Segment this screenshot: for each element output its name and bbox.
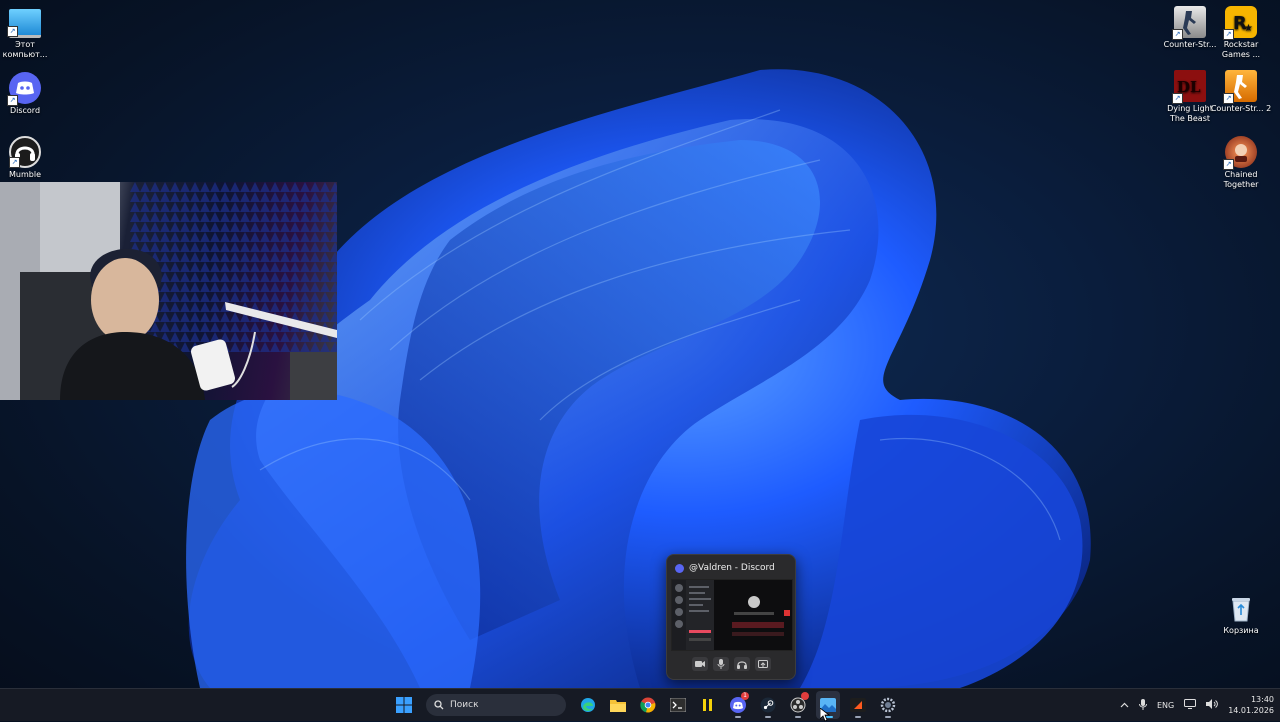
- taskbar-settings[interactable]: [876, 691, 900, 719]
- desktop-icon-label: Discord: [9, 106, 41, 115]
- computer-icon: ↗: [7, 9, 41, 38]
- taskbar-chrome[interactable]: [636, 691, 660, 719]
- rockstar-icon: R ★ ↗: [1223, 6, 1257, 40]
- preview-title: @Valdren - Discord: [675, 561, 775, 575]
- taskbar: Поиск 1 ENG 13:40 14.01.2026: [0, 688, 1280, 721]
- chrome-icon: [640, 697, 656, 713]
- svg-text:★: ★: [1244, 23, 1253, 34]
- clock[interactable]: 13:40 14.01.2026: [1228, 694, 1274, 716]
- taskbar-media[interactable]: [846, 691, 870, 719]
- camera-icon[interactable]: [691, 657, 708, 671]
- mumble-icon: ↗: [9, 136, 41, 168]
- search-box[interactable]: Поиск: [426, 694, 566, 716]
- desktop-icon-label: Chained Together: [1223, 170, 1259, 189]
- media-icon: [850, 698, 866, 712]
- clock-date: 14.01.2026: [1228, 706, 1274, 715]
- search-placeholder: Поиск: [450, 700, 479, 710]
- language-indicator[interactable]: ENG: [1157, 701, 1174, 710]
- taskbar-terminal[interactable]: [666, 691, 690, 719]
- taskbar-discord[interactable]: 1: [726, 691, 750, 719]
- taskbar-obs[interactable]: [786, 691, 810, 719]
- counter-strike-2-icon: ↗: [1223, 70, 1257, 104]
- running-indicator: [795, 716, 801, 718]
- discord-notification-badge: 1: [741, 692, 749, 700]
- desktop-icon-label: Mumble: [9, 170, 41, 179]
- desktop-icon-label: Counter-Str... 2: [1210, 104, 1272, 113]
- running-indicator: [735, 716, 741, 718]
- settings-icon: [880, 697, 896, 713]
- network-icon[interactable]: [1184, 699, 1197, 711]
- start-button[interactable]: [392, 691, 416, 719]
- desktop-icon-counter-strike-2[interactable]: ↗ Counter-Str... 2: [1210, 70, 1272, 114]
- system-tray: ENG 13:40 14.01.2026: [1120, 689, 1274, 721]
- taskbar-app[interactable]: [696, 691, 720, 719]
- clock-time: 13:40: [1250, 695, 1274, 704]
- desktop-icon-recycle-bin[interactable]: Корзина: [1210, 592, 1272, 636]
- preview-thumbnail[interactable]: [671, 579, 793, 651]
- dying-light-icon: DL ↗: [1172, 70, 1206, 104]
- recycle-bin-icon: [1225, 592, 1257, 624]
- headphones-icon[interactable]: [733, 657, 750, 671]
- preview-title-text: @Valdren - Discord: [689, 563, 775, 573]
- webcam-overlay: [0, 182, 337, 400]
- search-icon: [434, 700, 444, 710]
- discord-window-preview[interactable]: @Valdren - Discord: [666, 554, 796, 680]
- preview-controls: [667, 657, 795, 671]
- desktop-icon-label: Rockstar Games ...: [1221, 40, 1261, 59]
- taskbar-edge[interactable]: [576, 691, 600, 719]
- volume-icon[interactable]: [1206, 699, 1219, 711]
- desktop-icon-discord[interactable]: ↗ Discord: [0, 72, 56, 116]
- desktop-icon-mumble[interactable]: ↗ Mumble: [0, 136, 56, 180]
- desktop-icon-label: Корзина: [1223, 626, 1259, 635]
- microphone-icon[interactable]: [1138, 698, 1147, 712]
- discord-icon: ↗: [7, 72, 41, 106]
- taskbar-steam[interactable]: [756, 691, 780, 719]
- taskbar-file-explorer[interactable]: [606, 691, 630, 719]
- counter-strike-icon: ↗: [1172, 6, 1206, 40]
- discord-icon: [675, 563, 684, 573]
- mic-icon[interactable]: [712, 657, 729, 671]
- webcam-feed: [0, 182, 337, 400]
- desktop-icon-label: Этот компьют...: [2, 40, 48, 59]
- desktop-icon-rockstar[interactable]: R ★ ↗ Rockstar Games ...: [1210, 6, 1272, 60]
- terminal-icon: [670, 698, 686, 712]
- chained-together-icon: ↗: [1223, 136, 1257, 170]
- desktop-icon-this-pc[interactable]: ↗ Этот компьют...: [0, 6, 56, 60]
- windows-icon: [396, 697, 412, 713]
- running-indicator: [855, 716, 861, 718]
- recording-dot: [801, 692, 809, 700]
- file-explorer-icon: [610, 700, 626, 712]
- screen-share-icon[interactable]: [754, 657, 771, 671]
- steam-icon: [760, 697, 776, 713]
- desktop-icon-chained-together[interactable]: ↗ Chained Together: [1210, 136, 1272, 190]
- chevron-up-icon[interactable]: [1120, 701, 1129, 710]
- app-icon: [703, 699, 712, 711]
- running-indicator: [765, 716, 771, 718]
- running-indicator: [885, 716, 891, 718]
- edge-icon: [581, 698, 595, 712]
